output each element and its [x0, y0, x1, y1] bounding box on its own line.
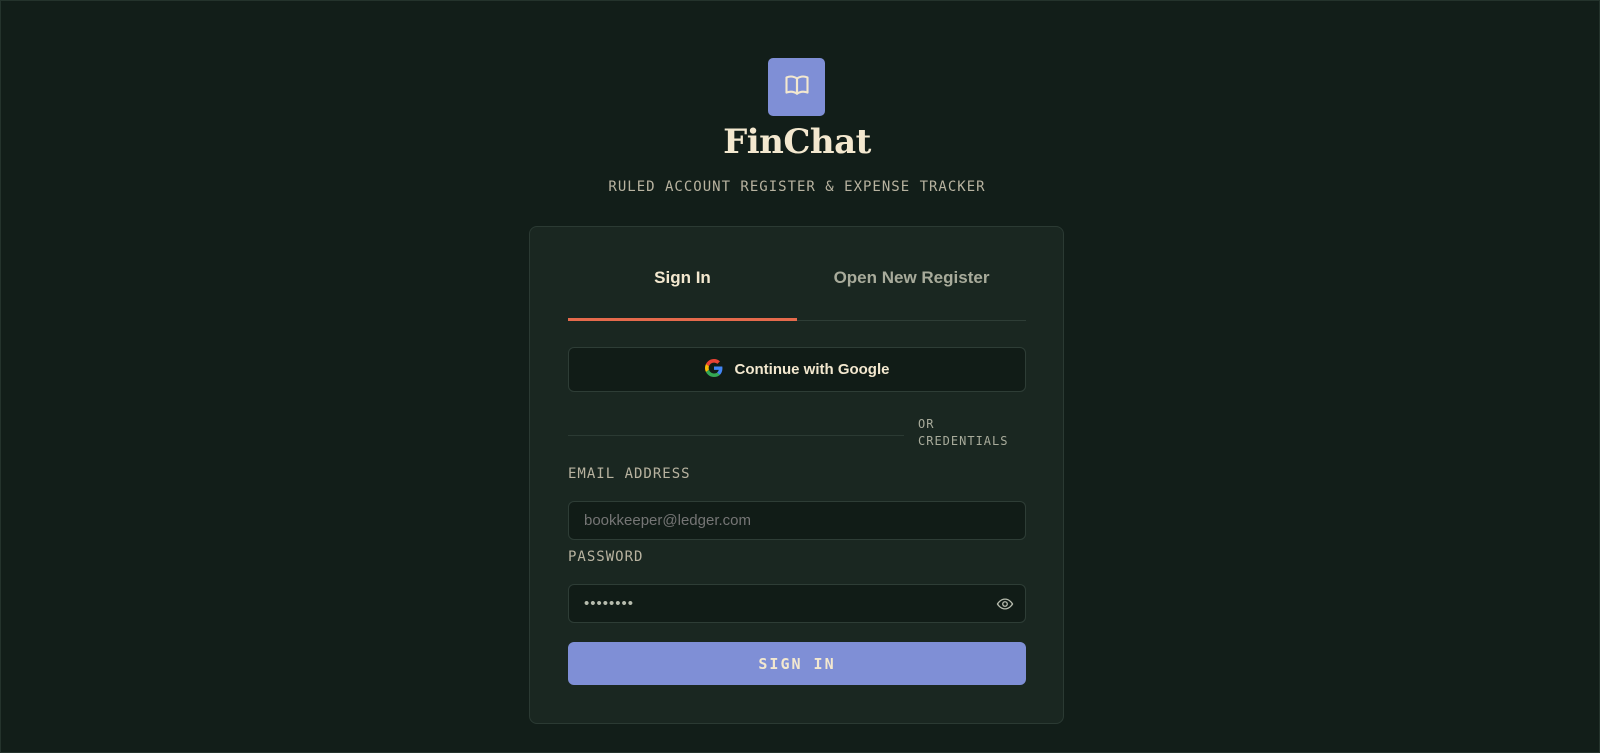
password-field[interactable]: •••••••• — [568, 584, 1026, 623]
login-page: FinChat RULED ACCOUNT REGISTER & EXPENSE… — [0, 0, 1600, 753]
app-tagline: RULED ACCOUNT REGISTER & EXPENSE TRACKER — [608, 179, 986, 195]
auth-card: Sign In Open New Register Continue with … — [529, 226, 1064, 724]
auth-tabs: Sign In Open New Register — [568, 227, 1026, 321]
tab-sign-in[interactable]: Sign In — [568, 227, 797, 321]
app-title: FinChat — [723, 122, 871, 162]
tab-open-new-register[interactable]: Open New Register — [797, 227, 1026, 320]
open-book-icon — [783, 71, 811, 104]
email-field-wrapper — [568, 501, 1026, 540]
google-icon — [704, 358, 723, 381]
password-label: PASSWORD — [568, 549, 644, 565]
divider-text: OR CREDENTIALS — [918, 417, 1009, 448]
divider-line — [568, 435, 904, 436]
sign-in-button[interactable]: SIGN IN — [568, 642, 1026, 685]
email-label: EMAIL ADDRESS — [568, 466, 691, 482]
continue-with-google-button[interactable]: Continue with Google — [568, 347, 1026, 392]
google-button-label: Continue with Google — [734, 361, 890, 378]
app-logo — [768, 58, 825, 116]
eye-icon[interactable] — [996, 595, 1014, 613]
credentials-divider: OR CREDENTIALS — [568, 415, 1026, 455]
password-value: •••••••• — [584, 595, 635, 612]
email-field[interactable] — [584, 512, 1010, 529]
